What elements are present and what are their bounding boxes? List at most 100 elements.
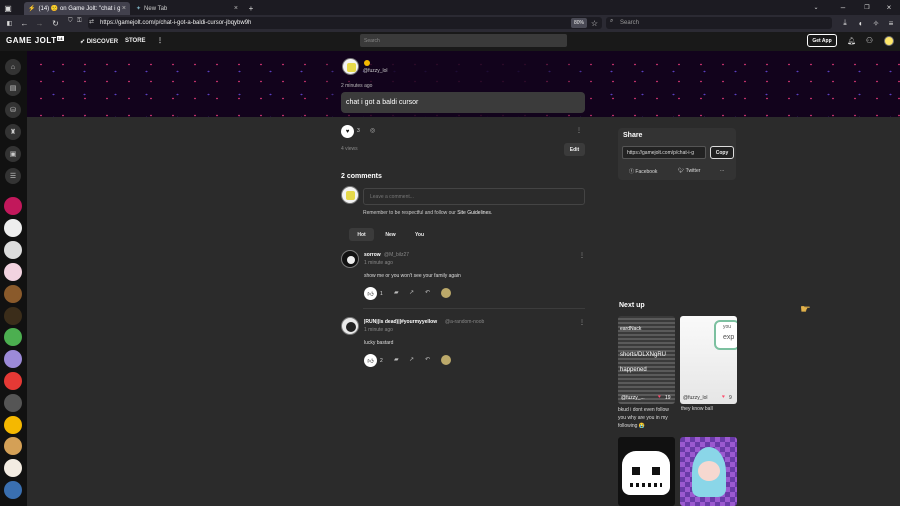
comment-more-icon[interactable]: ⋮ — [579, 319, 585, 326]
notifications-bell-icon[interactable]: 🔔︎ — [847, 36, 856, 45]
address-bar[interactable]: ⛉ ⚿ ⇄ https://gamejolt.com/p/chat-i-got-… — [68, 17, 602, 29]
back-arrow-icon[interactable]: ← — [20, 19, 29, 28]
reload-icon[interactable]: ↻ — [51, 19, 60, 28]
close-window-icon[interactable]: × — [884, 3, 894, 12]
share-link-field[interactable]: https://gamejolt.com/p/chat-i-g — [622, 146, 706, 159]
card-overlay-text: happened — [620, 367, 647, 373]
tracking-shield-icon[interactable]: ⛉ — [68, 18, 73, 25]
share-more-button[interactable]: ... — [720, 167, 724, 173]
gamejolt-logo[interactable]: GAME JOLT14 — [6, 36, 65, 45]
post-like-count: 3 — [357, 128, 360, 134]
card-author: @fuzzy_lol — [683, 395, 708, 401]
site-search-input[interactable]: Search — [360, 34, 567, 47]
sort-tab-you[interactable]: You — [407, 228, 432, 241]
browser-search-field[interactable]: ⌕ Search — [606, 17, 832, 29]
sidebar-community-avatar[interactable] — [4, 459, 22, 477]
post-author-avatar[interactable] — [342, 58, 359, 75]
sidebar-community-avatar[interactable] — [4, 285, 22, 303]
sidebar-community-avatar[interactable] — [4, 437, 22, 455]
sidebar-community-avatar[interactable] — [4, 241, 22, 259]
sidebar-community-avatar[interactable] — [4, 219, 22, 237]
sidebar-home-icon[interactable]: ⌂ — [5, 59, 21, 75]
browser-tab-active[interactable]: ⚡ (14) 🙁 on Game Jolt: "chat i go… × — [24, 2, 130, 15]
next-up-card-1[interactable]: eardNack shorts/DLXNgRU happened @fuzzy_… — [618, 316, 675, 404]
sidebar-community-avatar[interactable] — [4, 481, 22, 499]
comment-reply-bubble-icon[interactable]: ▰ — [394, 356, 399, 363]
sidebar-chat-icon[interactable]: ▣ — [5, 146, 21, 162]
reaction-emoji-icon[interactable] — [441, 288, 451, 298]
nav-discover-link[interactable]: ➶ DISCOVER — [80, 38, 118, 45]
comment-author-avatar[interactable] — [341, 317, 359, 335]
reaction-emoji-icon[interactable] — [441, 355, 451, 365]
sticker-icon[interactable]: ◎ — [370, 127, 375, 134]
comment-input[interactable]: Leave a comment... — [363, 188, 585, 205]
nav-store-link[interactable]: STORE — [125, 38, 146, 44]
site-guidelines-link[interactable]: Site Guidelines — [457, 210, 491, 216]
facebook-label: Facebook — [635, 169, 658, 175]
comment-reply-bubble-icon[interactable]: ▰ — [394, 289, 399, 296]
next-up-card-2[interactable]: you exp @fuzzy_lol ♥ 9 — [680, 316, 737, 404]
extensions-puzzle-icon[interactable]: ✧ — [871, 18, 881, 28]
activity-icon[interactable]: ⚇ — [865, 36, 874, 45]
account-circle-icon[interactable]: ◐ — [856, 18, 866, 28]
close-tab-icon[interactable]: × — [234, 5, 238, 12]
bookmark-star-icon[interactable]: ☆ — [590, 18, 599, 28]
post-more-options-icon[interactable]: ⋮ — [576, 127, 582, 134]
post-view-count: 4 views — [341, 146, 358, 152]
post-author-handle[interactable]: @fuzzy_lol — [363, 68, 388, 74]
like-heart-icon[interactable]: ♥ — [341, 125, 354, 138]
share-twitter-button[interactable]: 🐦︎ Twitter — [678, 168, 700, 174]
sort-tab-new[interactable]: New — [378, 228, 403, 241]
user-avatar[interactable] — [884, 36, 894, 46]
facebook-icon: ⓕ — [629, 169, 635, 175]
comment-like-thumb-icon[interactable]: 👍︎ — [364, 354, 377, 367]
comment-author-name[interactable]: |RUN|(is dead)||#yourmyyellow — [364, 319, 437, 325]
next-up-card-3[interactable] — [618, 437, 675, 506]
sidebar-community-avatar[interactable] — [4, 197, 22, 215]
sidebar-community-avatar[interactable] — [4, 263, 22, 281]
share-facebook-button[interactable]: ⓕ Facebook — [629, 168, 657, 175]
sidebar-library-icon[interactable]: ▤ — [5, 80, 21, 96]
browser-tab-new-tab[interactable]: ✦ New Tab × — [132, 2, 242, 15]
restore-window-icon[interactable]: ❐ — [862, 3, 872, 12]
get-app-button[interactable]: Get App — [807, 34, 837, 47]
lock-icon[interactable]: ⚿ — [77, 18, 82, 25]
comment-more-icon[interactable]: ⋮ — [579, 252, 585, 259]
comment-author-avatar[interactable] — [341, 250, 359, 268]
permissions-icon[interactable]: ⇄ — [89, 18, 94, 25]
sidebar-community-avatar[interactable] — [4, 350, 22, 368]
forward-arrow-icon[interactable]: → — [35, 19, 44, 28]
zoom-level-badge[interactable]: 80% — [571, 18, 587, 28]
comment-reply-arrow-icon[interactable]: ↶ — [425, 356, 430, 363]
sidebar-community-avatar[interactable] — [4, 394, 22, 412]
sort-tab-hot[interactable]: Hot — [349, 228, 374, 241]
guidelines-note: Remember to be respectful and follow our… — [363, 210, 492, 216]
sidebar-community-avatar[interactable] — [4, 328, 22, 346]
next-up-card-4[interactable] — [680, 437, 737, 506]
comment-reply-arrow-icon[interactable]: ↶ — [425, 289, 430, 296]
comment-sticker-icon[interactable]: ↗ — [409, 289, 414, 296]
new-tab-plus-icon[interactable]: + — [246, 3, 256, 13]
close-tab-icon[interactable]: × — [122, 5, 126, 12]
sidebar-bag-icon[interactable]: ⛁ — [5, 102, 21, 118]
downloads-icon[interactable]: ⤓ — [840, 18, 850, 28]
copy-link-button[interactable]: Copy — [710, 146, 734, 159]
comment-like-thumb-icon[interactable]: 👍︎ — [364, 287, 377, 300]
tab-list-icon[interactable]: ▣ — [3, 3, 13, 13]
more-options-icon[interactable]: ⋮ — [157, 37, 163, 44]
edit-button[interactable]: Edit — [564, 143, 585, 156]
app-menu-hamburger-icon[interactable]: ≡ — [886, 18, 896, 28]
comment-author-handle[interactable]: @M_bilz27 — [384, 252, 409, 258]
sidebar-community-avatar[interactable] — [4, 372, 22, 390]
sidebar-trophy-icon[interactable]: ♜ — [5, 124, 21, 140]
comment-sticker-icon[interactable]: ↗ — [409, 356, 414, 363]
sidebar-community-avatar[interactable] — [4, 307, 22, 325]
tab-overflow-chevron-icon[interactable]: ⌄ — [812, 3, 820, 12]
sidebar-toggle-icon[interactable]: ◧ — [5, 19, 14, 28]
comment-timestamp: 1 minute ago — [364, 327, 393, 333]
sidebar-community-avatar[interactable] — [4, 416, 22, 434]
minimize-window-icon[interactable]: – — [838, 3, 848, 12]
comment-author-handle[interactable]: @a-random-noob — [445, 319, 484, 325]
comment-author-name[interactable]: sorrow — [364, 252, 381, 258]
sidebar-list-icon[interactable]: ☰ — [5, 168, 21, 184]
